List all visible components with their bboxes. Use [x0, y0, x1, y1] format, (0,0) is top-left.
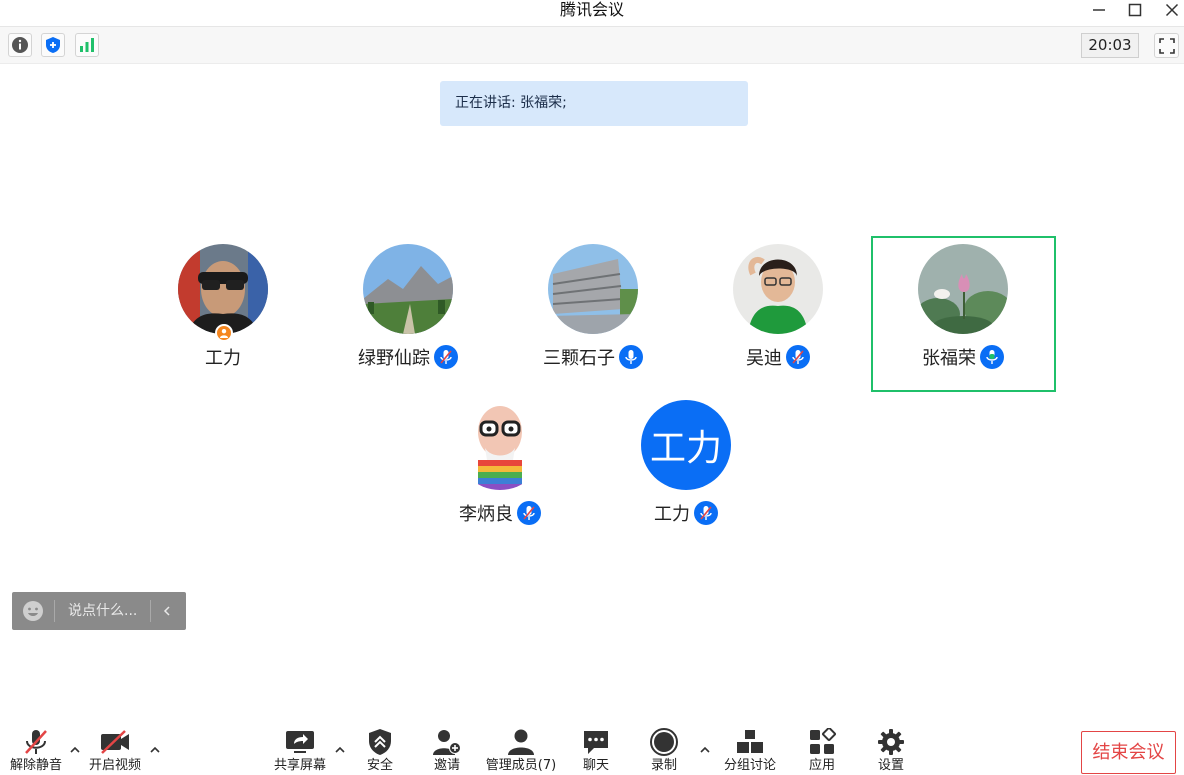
- chat-button[interactable]: 聊天: [576, 722, 616, 775]
- participant-tile[interactable]: 张福荣: [888, 244, 1038, 394]
- participant-name: 三颗石子: [543, 348, 615, 369]
- start-video-button[interactable]: 开启视频: [86, 722, 144, 775]
- avatar: [363, 244, 453, 334]
- participant-tile[interactable]: 工力: [148, 244, 298, 394]
- meeting-info-bar: 20:03: [0, 26, 1184, 64]
- maximize-icon[interactable]: [1120, 0, 1150, 20]
- chat-bubble-icon: [578, 726, 614, 758]
- active-speaker-banner: 正在讲话: 张福荣;: [440, 81, 748, 126]
- avatar: [548, 244, 638, 334]
- participant-tile[interactable]: 工力 工力: [611, 400, 761, 550]
- chevron-up-icon[interactable]: [333, 744, 347, 756]
- mic-on-icon: [619, 345, 643, 369]
- participant-name: 李炳良: [459, 504, 513, 525]
- security-button[interactable]: 安全: [360, 722, 400, 775]
- video-off-icon: [97, 726, 133, 758]
- meeting-timer: 20:03: [1081, 33, 1139, 58]
- invite-button[interactable]: 邀请: [427, 722, 467, 775]
- manage-members-button[interactable]: 管理成员(7): [484, 722, 558, 775]
- gear-icon: [873, 726, 909, 758]
- info-icon[interactable]: [8, 33, 32, 57]
- chevron-up-icon[interactable]: [148, 744, 162, 756]
- breakout-icon: [732, 726, 768, 758]
- participant-tile[interactable]: 李炳良: [425, 400, 575, 550]
- participant-name: 张福荣: [922, 348, 976, 369]
- settings-button[interactable]: 设置: [871, 722, 911, 775]
- record-button[interactable]: 录制: [644, 722, 684, 775]
- record-icon: [646, 726, 682, 758]
- participant-name: 绿野仙踪: [358, 348, 430, 369]
- chevron-up-icon[interactable]: [68, 744, 82, 756]
- mic-muted-icon: [517, 501, 541, 525]
- add-user-icon: [429, 726, 465, 758]
- participant-name: 工力: [654, 504, 690, 525]
- participant-name: 工力: [205, 348, 241, 369]
- avatar: [733, 244, 823, 334]
- apps-button[interactable]: 应用: [802, 722, 842, 775]
- chevron-left-icon[interactable]: [156, 600, 178, 622]
- share-screen-icon: [282, 726, 318, 758]
- breakout-rooms-button[interactable]: 分组讨论: [722, 722, 778, 775]
- mic-muted-icon: [786, 345, 810, 369]
- mic-speaking-icon: [980, 345, 1004, 369]
- title-bar: 腾讯会议: [0, 0, 1184, 26]
- emoji-icon[interactable]: [22, 600, 44, 622]
- minimize-icon[interactable]: [1084, 0, 1114, 20]
- participant-tile[interactable]: 绿野仙踪: [333, 244, 483, 394]
- avatar: [455, 400, 545, 490]
- chevron-up-icon[interactable]: [698, 744, 712, 756]
- fullscreen-icon[interactable]: [1154, 33, 1179, 58]
- chat-placeholder[interactable]: 说点什么...: [68, 592, 137, 630]
- participant-tile[interactable]: 吴迪: [703, 244, 853, 394]
- avatar: [918, 244, 1008, 334]
- mic-muted-icon: [18, 726, 54, 758]
- mic-muted-icon: [694, 501, 718, 525]
- avatar: [178, 244, 268, 334]
- window-title: 腾讯会议: [559, 0, 624, 19]
- participant-name: 吴迪: [746, 348, 782, 369]
- network-signal-icon[interactable]: [75, 33, 99, 57]
- shield-icon: [362, 726, 398, 758]
- participant-tile[interactable]: 三颗石子: [518, 244, 668, 394]
- security-shield-icon[interactable]: [41, 33, 65, 57]
- avatar: 工力: [641, 400, 731, 490]
- apps-grid-icon: [804, 726, 840, 758]
- host-badge-icon: [215, 324, 233, 342]
- close-icon[interactable]: [1157, 0, 1184, 20]
- chat-input-bar[interactable]: 说点什么...: [12, 592, 186, 630]
- end-meeting-button[interactable]: 结束会议: [1081, 731, 1176, 774]
- mic-muted-icon: [434, 345, 458, 369]
- unmute-button[interactable]: 解除静音: [8, 722, 64, 775]
- meeting-toolbar: 解除静音 开启视频 共享屏幕 安全 邀请 管理成员(7) 聊天 录制 分组讨论 …: [0, 722, 1184, 775]
- members-icon: [503, 726, 539, 758]
- share-screen-button[interactable]: 共享屏幕: [272, 722, 328, 775]
